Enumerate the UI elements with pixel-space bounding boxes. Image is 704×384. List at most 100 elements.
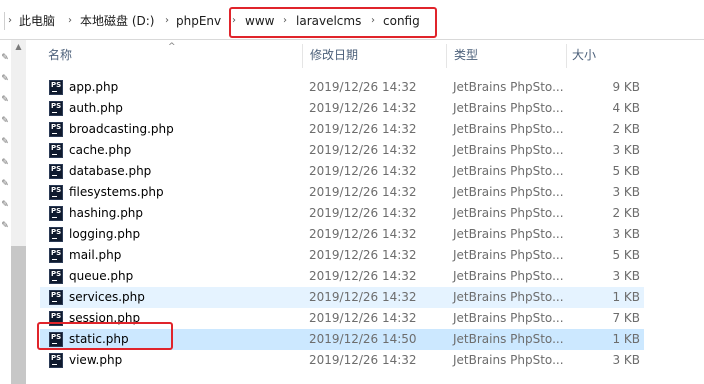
file-name: logging.php [69,227,141,241]
file-modified: 2019/12/26 14:32 [309,269,417,283]
breadcrumb-item-this-pc[interactable]: 此电脑 [19,13,55,29]
file-name: queue.php [69,269,134,283]
phpstorm-file-icon: PS [49,269,63,284]
pin-icon[interactable]: ✎ [0,179,10,189]
pin-icon[interactable]: ✎ [0,158,10,168]
file-name: broadcasting.php [69,122,174,136]
file-type: JetBrains PhpSto... [453,290,564,304]
file-type: JetBrains PhpSto... [453,101,564,115]
pin-icon[interactable]: ✎ [0,137,10,147]
file-modified: 2019/12/26 14:32 [309,185,417,199]
file-name: app.php [69,80,119,94]
column-header-size[interactable]: 大小 [572,40,596,70]
file-size: 7 KB [612,311,640,325]
column-divider[interactable] [446,44,447,68]
phpstorm-file-icon: PS [49,122,63,137]
file-row[interactable]: PS services.php 2019/12/26 14:32 JetBrai… [40,287,644,308]
pin-icon[interactable]: ✎ [0,74,10,84]
column-divider[interactable] [566,44,567,68]
file-type: JetBrains PhpSto... [453,164,564,178]
file-type: JetBrains PhpSto... [453,227,564,241]
file-size: 4 KB [612,101,640,115]
file-type: JetBrains PhpSto... [453,332,564,346]
file-type: JetBrains PhpSto... [453,353,564,367]
file-size: 3 KB [612,227,640,241]
file-modified: 2019/12/26 14:50 [309,332,417,346]
file-size: 2 KB [612,122,640,136]
column-header-type[interactable]: 类型 [454,40,478,70]
file-name: services.php [69,290,145,304]
pin-icon[interactable]: ✎ [0,221,10,231]
file-modified: 2019/12/26 14:32 [309,164,417,178]
file-name: database.php [69,164,152,178]
phpstorm-file-icon: PS [49,227,63,242]
file-row[interactable]: PS cache.php 2019/12/26 14:32 JetBrains … [40,140,644,161]
file-type: JetBrains PhpSto... [453,248,564,262]
chevron-right-icon[interactable]: › [66,13,74,29]
pin-icon[interactable]: ✎ [0,200,10,210]
file-type: JetBrains PhpSto... [453,80,564,94]
phpstorm-file-icon: PS [49,248,63,263]
file-modified: 2019/12/26 14:32 [309,101,417,115]
annotation-highlight-static-php [37,322,173,350]
file-size: 3 KB [612,353,640,367]
file-row[interactable]: PS auth.php 2019/12/26 14:32 JetBrains P… [40,98,644,119]
file-size: 3 KB [612,143,640,157]
phpstorm-file-icon: PS [49,290,63,305]
file-row[interactable]: PS filesystems.php 2019/12/26 14:32 JetB… [40,182,644,203]
file-row[interactable]: PS app.php 2019/12/26 14:32 JetBrains Ph… [40,77,644,98]
file-row[interactable]: PS view.php 2019/12/26 14:32 JetBrains P… [40,350,644,371]
file-modified: 2019/12/26 14:32 [309,311,417,325]
phpstorm-file-icon: PS [49,353,63,368]
file-row[interactable]: PS hashing.php 2019/12/26 14:32 JetBrain… [40,203,644,224]
chevron-right-icon: › [8,15,12,26]
file-name: cache.php [69,143,132,157]
address-bar-divider [4,12,5,30]
file-type: JetBrains PhpSto... [453,143,564,157]
file-type: JetBrains PhpSto... [453,311,564,325]
file-name: view.php [69,353,123,367]
phpstorm-file-icon: PS [49,101,63,116]
file-name: auth.php [69,101,123,115]
column-divider[interactable] [302,44,303,68]
phpstorm-file-icon: PS [49,164,63,179]
file-size: 5 KB [612,164,640,178]
file-type: JetBrains PhpSto... [453,122,564,136]
nav-scrollbar-thumb[interactable] [11,246,26,384]
file-modified: 2019/12/26 14:32 [309,353,417,367]
pin-icon[interactable]: ✎ [0,95,10,105]
file-modified: 2019/12/26 14:32 [309,227,417,241]
file-size: 1 KB [612,332,640,346]
phpstorm-file-icon: PS [49,80,63,95]
column-header-name[interactable]: 名称 [48,40,72,70]
pin-icon[interactable]: ✎ [0,116,10,126]
phpstorm-file-icon: PS [49,143,63,158]
file-row[interactable]: PS queue.php 2019/12/26 14:32 JetBrains … [40,266,644,287]
file-modified: 2019/12/26 14:32 [309,248,417,262]
file-row[interactable]: PS database.php 2019/12/26 14:32 JetBrai… [40,161,644,182]
file-type: JetBrains PhpSto... [453,185,564,199]
file-modified: 2019/12/26 14:32 [309,80,417,94]
breadcrumb-item-phpenv[interactable]: phpEnv [176,13,221,29]
file-modified: 2019/12/26 14:32 [309,290,417,304]
pin-icon[interactable]: ✎ [0,53,10,63]
file-name: hashing.php [69,206,144,220]
file-type: JetBrains PhpSto... [453,206,564,220]
column-header-modified[interactable]: 修改日期 [310,40,358,70]
file-row[interactable]: PS logging.php 2019/12/26 14:32 JetBrain… [40,224,644,245]
file-modified: 2019/12/26 14:32 [309,206,417,220]
file-size: 3 KB [612,269,640,283]
annotation-highlight-path [229,7,437,38]
scroll-up-arrow-icon[interactable]: ▲ [13,42,24,52]
file-size: 1 KB [612,290,640,304]
breadcrumb-item-drive-d[interactable]: 本地磁盘 (D:) [80,13,154,29]
file-row[interactable]: PS mail.php 2019/12/26 14:32 JetBrains P… [40,245,644,266]
file-size: 3 KB [612,185,640,199]
file-size: 5 KB [612,248,640,262]
chevron-right-icon[interactable]: › [163,13,171,29]
file-type: JetBrains PhpSto... [453,269,564,283]
file-row[interactable]: PS broadcasting.php 2019/12/26 14:32 Jet… [40,119,644,140]
file-modified: 2019/12/26 14:32 [309,143,417,157]
file-name: filesystems.php [69,185,164,199]
phpstorm-file-icon: PS [49,185,63,200]
